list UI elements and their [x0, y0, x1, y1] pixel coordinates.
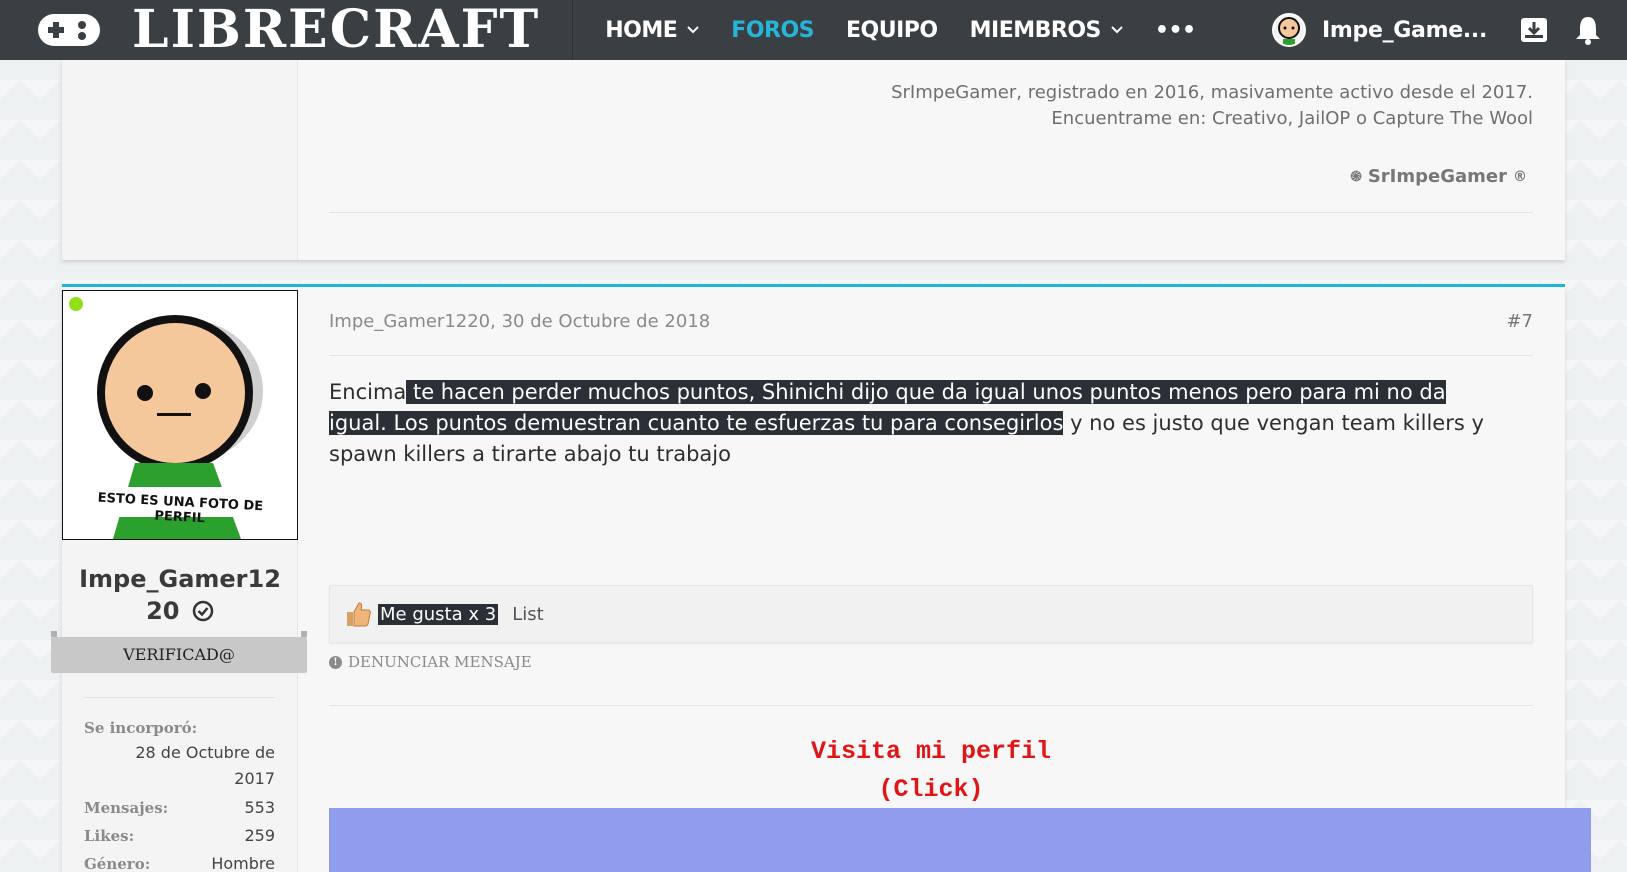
- nav-miembros[interactable]: MIEMBROS: [970, 18, 1123, 43]
- verified-check-icon: [192, 600, 214, 622]
- post-permalink[interactable]: #7: [1506, 311, 1533, 332]
- likes-list-link[interactable]: List: [512, 604, 543, 625]
- user-avatar[interactable]: ESTO ES UNA FOTO DE PERFIL: [62, 290, 298, 540]
- post-body: Encima te hacen perder muchos puntos, Sh…: [329, 377, 1499, 470]
- nav-foros-label: FOROS: [731, 17, 815, 43]
- nav-miembros-label: MIEMBROS: [969, 17, 1102, 43]
- username-line-text: 20: [146, 597, 180, 625]
- swirl-icon: ֍: [1350, 169, 1362, 185]
- post-user-column: ESTO ES UNA FOTO DE PERFIL Impe_Gamer12 …: [51, 287, 307, 872]
- gamepad-icon: [38, 14, 100, 46]
- info-label-messages: Mensajes:: [84, 799, 169, 817]
- site-logo[interactable]: LIBRECRAFT: [0, 0, 574, 60]
- report-label: DENUNCIAR MENSAJE: [348, 653, 532, 671]
- main-nav: HOME FOROS EQUIPO MIEMBROS •••: [605, 18, 1227, 43]
- registered-icon: ®: [1513, 168, 1527, 185]
- divider: [84, 697, 275, 698]
- bell-icon[interactable]: [1573, 14, 1603, 46]
- info-label-joined: Se incorporó:: [84, 719, 198, 737]
- nav-username[interactable]: Impe_Game...: [1322, 18, 1487, 43]
- likes-bar: Me gusta x 3 List: [329, 585, 1533, 643]
- signature-line: Encuentrame en: Creativo, JailOP o Captu…: [1051, 108, 1533, 129]
- report-button[interactable]: ! DENUNCIAR MENSAJE: [329, 653, 532, 671]
- username-line: Impe_Gamer12: [79, 565, 281, 593]
- signature-link-line: Visita mi perfil: [810, 737, 1052, 766]
- divider: [329, 705, 1533, 706]
- info-value-joined-year: 2017: [234, 769, 275, 788]
- nav-foros[interactable]: FOROS: [731, 18, 814, 43]
- divider: [329, 212, 1533, 213]
- chevron-down-icon: [687, 26, 700, 34]
- avatar[interactable]: [1272, 13, 1306, 47]
- more-icon: •••: [1154, 17, 1196, 43]
- info-value-messages: 553: [244, 798, 275, 817]
- inbox-icon[interactable]: [1519, 15, 1549, 45]
- post-meta[interactable]: Impe_Gamer1220, 30 de Octubre de 2018: [329, 311, 710, 332]
- nav-user-area: Impe_Game...: [1272, 0, 1627, 60]
- post-text: Encima: [329, 380, 407, 404]
- forum-post: ESTO ES UNA FOTO DE PERFIL Impe_Gamer12 …: [51, 284, 1565, 872]
- signature-link-line: (Click): [878, 775, 984, 804]
- signature-name: ֍ SrImpeGamer ®: [1344, 166, 1533, 187]
- nav-more[interactable]: •••: [1155, 18, 1196, 43]
- chevron-down-icon: [1111, 26, 1123, 34]
- info-label-likes: Likes:: [84, 827, 135, 845]
- nav-equipo[interactable]: EQUIPO: [846, 18, 938, 43]
- nav-equipo-label: EQUIPO: [846, 17, 938, 43]
- info-value-gender: Hombre: [211, 854, 275, 872]
- post-text-selected: te hacen perder muchos puntos: [406, 380, 749, 404]
- logo-text: LIBRECRAFT: [132, 0, 541, 60]
- info-value-joined: 28 de Octubre de: [135, 743, 275, 762]
- avatar-face-icon: [1278, 17, 1300, 45]
- signature-name-text: SrImpeGamer: [1367, 166, 1507, 187]
- signature-line: SrImpeGamer, registrado en 2016, masivam…: [891, 82, 1533, 103]
- previous-post-user-column: [62, 60, 298, 260]
- info-label-gender: Género:: [84, 855, 151, 872]
- signature-banner[interactable]: [329, 808, 1591, 872]
- username-line: 20: [62, 595, 298, 627]
- previous-post: SrImpeGamer, registrado en 2016, masivam…: [62, 60, 1565, 260]
- alert-icon: !: [329, 655, 342, 669]
- post-username[interactable]: Impe_Gamer12 20: [62, 563, 298, 627]
- thumbs-up-icon: [347, 602, 371, 627]
- signature-profile-link[interactable]: Visita mi perfil (Click): [329, 733, 1533, 809]
- nav-home[interactable]: HOME: [605, 17, 700, 43]
- top-navbar: LIBRECRAFT HOME FOROS EQUIPO MIEMBROS ••…: [0, 0, 1627, 60]
- info-value-likes: 259: [244, 826, 275, 845]
- divider: [329, 355, 1533, 356]
- likes-summary[interactable]: Me gusta x 3: [378, 603, 499, 625]
- user-title-badge: VERIFICAD@: [51, 631, 307, 673]
- online-status-icon: [69, 297, 83, 311]
- nav-home-label: HOME: [605, 17, 678, 43]
